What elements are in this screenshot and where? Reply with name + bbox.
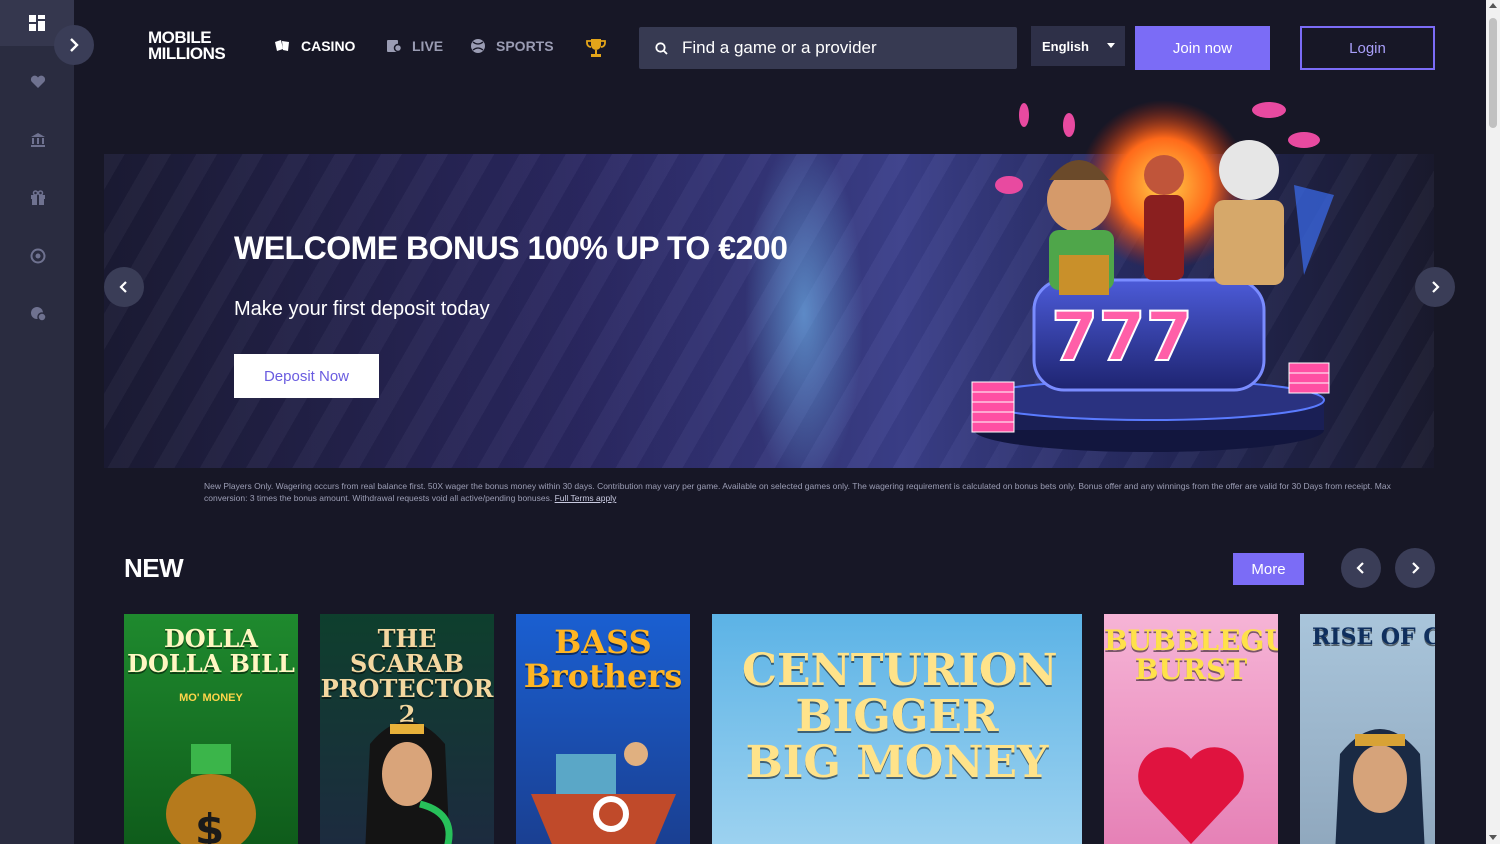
language-value: English — [1042, 38, 1089, 54]
nav-sports-label: SPORTS — [496, 38, 554, 54]
support-chat-icon — [30, 307, 47, 322]
games-prev-button[interactable] — [1341, 548, 1381, 588]
game-title: BUBBLEGUM BURST — [1104, 624, 1278, 687]
money-bag-image: $ — [166, 744, 256, 844]
scroll-down-icon[interactable] — [1489, 835, 1497, 840]
ball-icon — [471, 39, 485, 53]
more-button[interactable]: More — [1233, 553, 1304, 585]
fishing-boat-image — [531, 742, 676, 844]
game-card[interactable]: THE SCARAB PROTECTOR 2 — [320, 614, 494, 844]
terms-text: New Players Only. Wagering occurs from r… — [204, 481, 1391, 503]
login-button[interactable]: Login — [1300, 26, 1435, 70]
target-icon — [30, 248, 46, 264]
game-card[interactable]: BUBBLEGUM BURST — [1104, 614, 1278, 844]
new-games-row: DOLLA DOLLA BILL MO' MONEY $ THE SCARAB … — [124, 614, 1435, 844]
bonus-terms: New Players Only. Wagering occurs from r… — [204, 480, 1394, 504]
bank-icon — [31, 133, 45, 147]
grid-icon — [29, 15, 45, 31]
heart-icon — [30, 75, 46, 88]
scroll-up-icon[interactable] — [1489, 3, 1497, 8]
scrollbar-thumb[interactable] — [1489, 18, 1497, 128]
game-title: BASS Brothers — [523, 623, 683, 695]
game-card[interactable]: BASS Brothers — [516, 614, 690, 844]
nav-live-label: LIVE — [412, 38, 444, 54]
nav-casino[interactable]: CASINO — [273, 38, 355, 54]
gift-icon — [31, 190, 45, 205]
banner-prev-button[interactable] — [104, 267, 144, 307]
game-card[interactable]: RISE OF CLEOPATRA — [1300, 614, 1435, 844]
game-card[interactable]: CENTURION BIGGER BIG MONEY — [712, 614, 1082, 844]
chevron-right-icon — [1412, 562, 1420, 574]
deposit-now-button[interactable]: Deposit Now — [234, 354, 379, 398]
banner-title: WELCOME BONUS 100% UP TO €200 — [234, 230, 788, 266]
sidebar-item-support[interactable] — [28, 304, 48, 324]
sidebar-item-promotions[interactable] — [28, 188, 48, 208]
logo-line-2: MILLIONS — [148, 44, 226, 63]
chevron-right-icon — [70, 38, 79, 52]
sidebar-item-favorites[interactable] — [28, 72, 48, 92]
page-scrollbar[interactable] — [1486, 0, 1500, 844]
banner-next-button[interactable] — [1415, 267, 1455, 307]
svg-text:$: $ — [195, 805, 224, 844]
chevron-right-icon — [1432, 281, 1440, 293]
logo[interactable]: MOBILE MILLIONS — [148, 29, 228, 63]
cards-icon — [275, 40, 289, 51]
full-terms-link[interactable]: Full Terms apply — [555, 493, 617, 503]
section-title-new: NEW — [124, 553, 184, 583]
game-title: RISE OF CLEOPATRA — [1312, 624, 1435, 650]
nav-live[interactable]: LIVE — [386, 38, 443, 54]
caret-down-icon — [1107, 43, 1115, 48]
game-title: CENTURION BIGGER BIG MONEY — [742, 645, 1058, 789]
nav-tournaments[interactable] — [585, 37, 607, 64]
game-title: DOLLA DOLLA BILL — [127, 624, 295, 679]
language-select[interactable]: English — [1031, 26, 1125, 66]
join-now-button[interactable]: Join now — [1135, 26, 1270, 70]
banner-subtitle: Make your first deposit today — [234, 298, 490, 320]
nav-sports[interactable]: SPORTS — [470, 38, 554, 54]
sidebar-item-bank[interactable] — [28, 130, 48, 150]
search-placeholder: Find a game or a provider — [682, 38, 877, 57]
trophy-icon — [586, 39, 606, 57]
sidebar-expand-button[interactable] — [54, 25, 94, 65]
svg-text:777: 777 — [1051, 298, 1193, 377]
chevron-left-icon — [1356, 562, 1364, 574]
game-card[interactable]: DOLLA DOLLA BILL MO' MONEY $ — [124, 614, 298, 844]
games-next-button[interactable] — [1395, 548, 1435, 588]
banner-hero-image: 777 — [971, 100, 1334, 452]
game-subtitle: MO' MONEY — [179, 692, 243, 704]
main-content: MOBILE MILLIONS CASINO LIVE SPORTS Find … — [74, 0, 1486, 844]
search-input[interactable]: Find a game or a provider — [639, 27, 1017, 69]
cleopatra-image — [365, 721, 453, 844]
live-dealer-icon — [387, 40, 402, 53]
nav-casino-label: CASINO — [301, 38, 356, 54]
sidebar — [0, 0, 74, 844]
chevron-left-icon — [119, 281, 127, 293]
heart-candy-image — [1138, 747, 1244, 844]
sidebar-item-tournaments[interactable] — [28, 246, 48, 266]
search-icon — [655, 41, 668, 55]
cleopatra-portrait-image — [1335, 729, 1425, 844]
